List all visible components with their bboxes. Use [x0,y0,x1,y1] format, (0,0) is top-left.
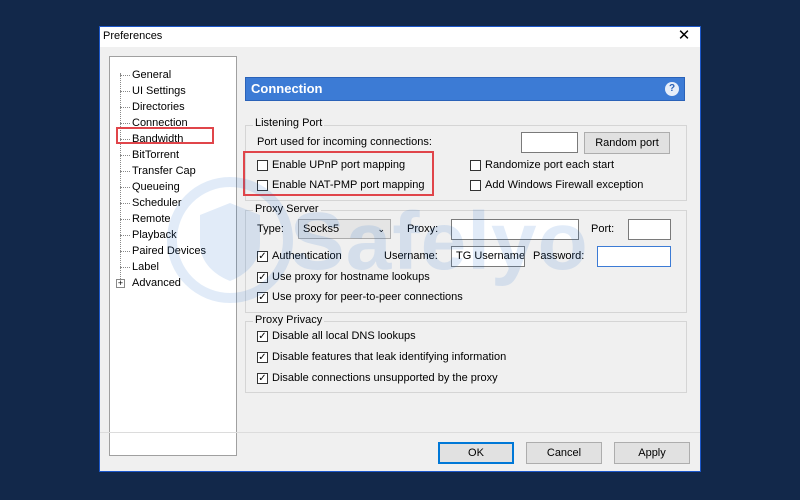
check-icon[interactable]: ✓ [257,251,268,262]
random-port-button[interactable]: Random port [584,132,670,154]
tree-item-paired-devices[interactable]: Paired Devices [110,243,230,259]
proxy-label: Proxy: [407,223,439,235]
proxy-server-title: Proxy Server [253,203,321,215]
cancel-button[interactable]: Cancel [526,442,602,464]
tree-item-general[interactable]: General [110,67,230,83]
tree-item-label: Connection [132,117,188,129]
checkbox-box[interactable] [257,160,268,171]
proxy-port-input[interactable] [628,219,671,240]
tree-item-label: Scheduler [132,197,182,209]
tree-item-playback[interactable]: Playback [110,227,230,243]
tree-item-label: General [132,69,172,81]
tree-item-advanced[interactable]: + Advanced [110,275,230,291]
help-icon[interactable]: ? [665,82,679,96]
tree-item-bittorrent[interactable]: BitTorrent [110,147,230,163]
button-bar-divider [100,432,700,433]
username-label: Username: [384,250,438,262]
tree-item-label: Label [132,261,159,273]
password-input[interactable] [597,246,671,267]
tree-item-queueing[interactable]: Queueing [110,179,230,195]
tree-item-label: Transfer Cap [132,165,196,177]
apply-button[interactable]: Apply [614,442,690,464]
checkbox-box[interactable] [470,180,481,191]
type-label: Type: [257,223,284,235]
tree-item-label: Directories [132,101,185,113]
tree-item-label: BitTorrent [132,149,180,161]
chevron-down-icon: ⌄ [377,224,385,234]
tree-item-label: UI Settings [132,85,186,97]
hostname-lookups-label: Use proxy for hostname lookups [272,271,430,283]
page-title: Connection [251,81,323,96]
tree-item-label: Queueing [132,181,180,193]
ok-button[interactable]: OK [438,442,514,464]
tree-item-ui-settings[interactable]: UI Settings [110,83,230,99]
check-icon[interactable]: ✓ [257,272,268,283]
dialog-client-area: General UI Settings Directories Connecti… [100,47,700,471]
check-icon[interactable]: ✓ [257,373,268,384]
tree-item-remote[interactable]: Remote [110,211,230,227]
preferences-window: Preferences ✕ General UI Settings Direct… [99,26,701,472]
username-input[interactable]: TG Username [451,246,525,267]
p2p-proxy-label: Use proxy for peer-to-peer connections [272,291,463,303]
checkbox-box[interactable] [470,160,481,171]
preferences-tree: General UI Settings Directories Connecti… [109,56,237,456]
check-icon[interactable]: ✓ [257,331,268,342]
check-icon[interactable]: ✓ [257,352,268,363]
proxy-host-input[interactable] [451,219,579,240]
tree-item-connection[interactable]: Connection [110,115,230,131]
tree-item-scheduler[interactable]: Scheduler [110,195,230,211]
page-header: Connection ? [245,77,685,101]
tree-item-label: Remote [132,213,171,225]
randomize-port-label: Randomize port each start [485,159,615,171]
firewall-exception-label: Add Windows Firewall exception [485,179,644,191]
upnp-label: Enable UPnP port mapping [272,159,406,171]
natpmp-label: Enable NAT-PMP port mapping [272,179,425,191]
proxy-privacy-title: Proxy Privacy [253,314,325,326]
expand-icon[interactable]: + [116,279,125,288]
password-label: Password: [533,250,585,262]
proxy-type-value: Socks5 [303,223,340,235]
checkbox-box[interactable] [257,180,268,191]
proxy-port-label: Port: [591,223,615,235]
tree-item-label: Advanced [132,277,181,289]
tree-item-label: Playback [132,229,177,241]
dns-lookups-label: Disable all local DNS lookups [272,330,416,342]
tree-item-bandwidth[interactable]: Bandwidth [110,131,230,147]
tree-item-label-settings[interactable]: Label [110,259,230,275]
tree-item-label: Paired Devices [132,245,206,257]
incoming-port-input[interactable] [521,132,578,153]
proxy-type-select[interactable]: Socks5 ⌄ [298,219,391,239]
listening-port-title: Listening Port [253,117,325,129]
leak-features-label: Disable features that leak identifying i… [272,351,507,363]
unsupported-connections-label: Disable connections unsupported by the p… [272,372,498,384]
authentication-label: Authentication [272,250,342,262]
window-title: Preferences [103,30,163,42]
tree-item-label: Bandwidth [132,133,184,145]
check-icon[interactable]: ✓ [257,292,268,303]
port-label: Port used for incoming connections: [257,136,432,148]
tree-item-directories[interactable]: Directories [110,99,230,115]
close-icon[interactable]: ✕ [674,27,694,45]
tree-item-transfer-cap[interactable]: Transfer Cap [110,163,230,179]
